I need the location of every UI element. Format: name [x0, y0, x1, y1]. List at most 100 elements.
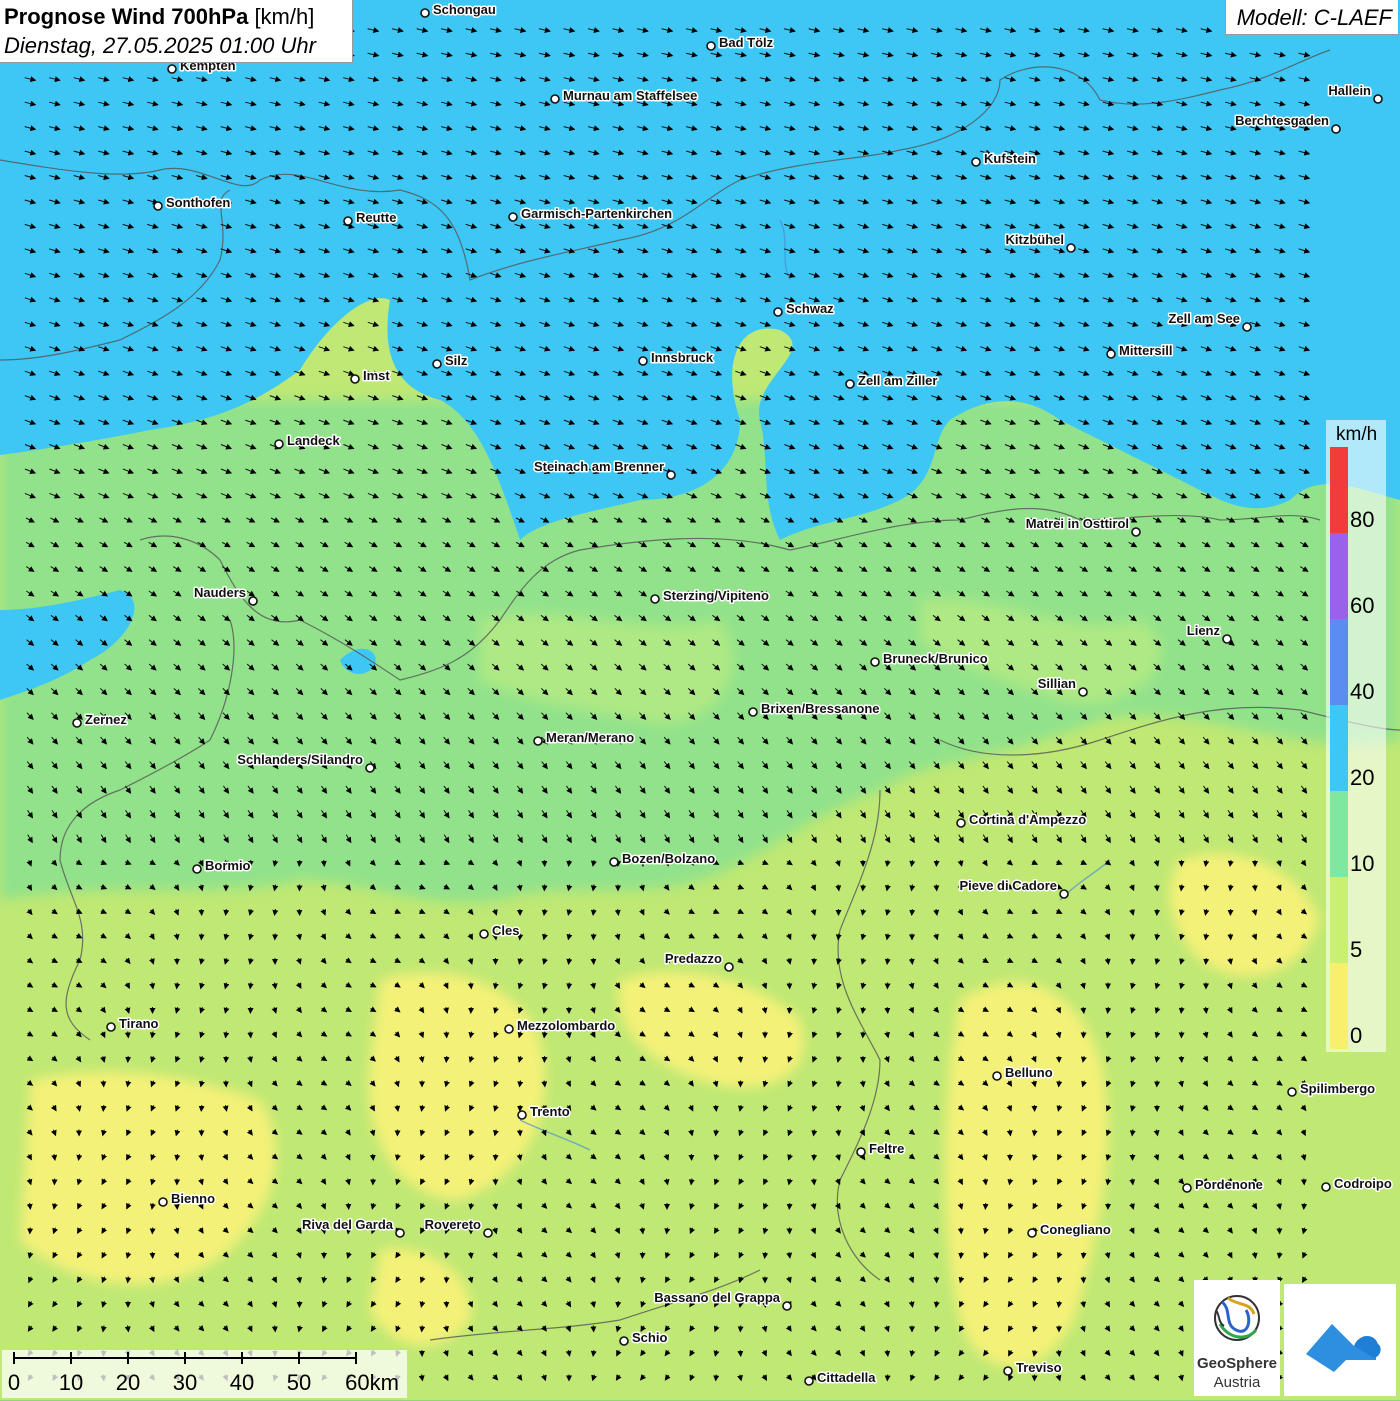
city-label: Bruneck/Brunico	[883, 651, 988, 666]
city-label: Zell am Ziller	[858, 373, 937, 388]
city-label: Conegliano	[1040, 1222, 1111, 1237]
city-label: Codroipo	[1334, 1176, 1392, 1191]
city-label: Kitzbühel	[1006, 232, 1065, 247]
city-dot	[774, 308, 782, 316]
legend-label: 5	[1350, 937, 1362, 963]
city-dot	[551, 95, 559, 103]
wind-arrow	[1132, 958, 1133, 964]
city-dot	[805, 1377, 813, 1385]
city-dot	[957, 819, 965, 827]
city-dot	[1322, 1183, 1330, 1191]
city-label: Schlanders/Silandro	[237, 752, 363, 767]
city-marker: Pordenone	[1183, 1177, 1263, 1192]
city-label: Schio	[632, 1330, 667, 1345]
mountain-cloud-icon	[1284, 1284, 1396, 1396]
wind-map[interactable]: SchongauBad TölzKemptenMurnau am Staffel…	[0, 0, 1400, 1400]
city-label: Garmisch-Partenkirchen	[521, 206, 672, 221]
scale-label: 10	[59, 1370, 83, 1396]
city-dot	[518, 1111, 526, 1119]
legend-band	[1330, 705, 1348, 791]
city-dot	[275, 440, 283, 448]
city-dot	[351, 375, 359, 383]
scale-label: 40	[230, 1370, 254, 1396]
city-dot	[505, 1025, 513, 1033]
city-marker: Spilimbergo	[1288, 1081, 1375, 1096]
city-marker: Murnau am Staffelsee	[551, 88, 697, 103]
city-marker: Brixen/Bressanone	[749, 701, 880, 716]
city-dot	[484, 1229, 492, 1237]
city-dot	[651, 595, 659, 603]
city-marker: Bozen/Bolzano	[610, 851, 715, 866]
wind-arrow	[128, 1032, 129, 1038]
city-marker: Bruneck/Brunico	[871, 651, 988, 666]
wind-arrow	[471, 983, 472, 989]
city-dot	[783, 1302, 791, 1310]
wind-arrow	[446, 1056, 447, 1062]
city-dot	[1288, 1088, 1296, 1096]
scale-label: 30	[173, 1370, 197, 1396]
wind-arrow	[814, 1179, 815, 1185]
city-dot	[107, 1023, 115, 1031]
city-label: Matrei in Osttirol	[1026, 516, 1129, 531]
legend-unit: km/h	[1336, 424, 1377, 446]
city-dot	[620, 1337, 628, 1345]
geosphere-country: Austria	[1194, 1374, 1280, 1391]
city-marker: Garmisch-Partenkirchen	[509, 206, 672, 221]
wind-arrow	[716, 1130, 717, 1136]
legend-band	[1330, 447, 1348, 533]
city-dot	[1004, 1367, 1012, 1375]
city-dot	[1079, 688, 1087, 696]
city-label: Riva del Garda	[302, 1217, 394, 1232]
city-marker: Sterzing/Vipiteno	[651, 588, 769, 603]
city-dot	[1060, 890, 1068, 898]
city-dot	[993, 1072, 1001, 1080]
city-dot	[534, 737, 542, 745]
city-dot	[1183, 1184, 1191, 1192]
city-label: Sterzing/Vipiteno	[663, 588, 769, 603]
city-label: Schwaz	[786, 301, 834, 316]
wind-arrow	[1059, 1081, 1060, 1087]
legend-label: 10	[1350, 851, 1374, 877]
city-dot	[871, 658, 879, 666]
city-dot	[480, 930, 488, 938]
city-dot	[249, 597, 257, 605]
city-dot	[1028, 1229, 1036, 1237]
wind-arrow	[863, 1032, 864, 1038]
city-dot	[168, 65, 176, 73]
city-label: Mezzolombardo	[517, 1018, 615, 1033]
city-label: Cortina d'Ampezzo	[969, 812, 1086, 827]
city-dot	[1332, 125, 1340, 133]
legend-label: 0	[1350, 1023, 1362, 1049]
city-label: Imst	[363, 368, 390, 383]
model-box: Modell: C-LAEF	[1225, 0, 1398, 35]
city-dot	[73, 719, 81, 727]
city-dot	[1132, 528, 1140, 536]
title-main: Prognose Wind 700hPa	[4, 4, 248, 29]
city-label: Tirano	[119, 1016, 159, 1031]
wind-arrow	[618, 1301, 619, 1307]
title-box: Prognose Wind 700hPa [km/h] Dienstag, 27…	[0, 0, 353, 63]
wind-arrow	[1083, 1252, 1084, 1258]
city-label: Bienno	[171, 1191, 215, 1206]
city-label: Brixen/Bressanone	[761, 701, 880, 716]
city-marker: Zell am Ziller	[846, 373, 937, 388]
city-marker: Sonthofen	[154, 195, 230, 210]
wind-arrow	[716, 1105, 717, 1111]
legend-label: 80	[1350, 507, 1374, 533]
city-dot	[396, 1229, 404, 1237]
partner-logo	[1284, 1284, 1396, 1396]
city-marker: Meran/Merano	[534, 730, 634, 745]
city-dot	[639, 357, 647, 365]
city-label: Spilimbergo	[1300, 1081, 1375, 1096]
wind-arrow	[299, 860, 300, 866]
legend-band	[1330, 877, 1348, 963]
city-marker: Innsbruck	[639, 350, 714, 365]
city-label: Kufstein	[984, 151, 1036, 166]
wind-arrow	[618, 1277, 619, 1283]
geosphere-name: GeoSphere	[1194, 1355, 1280, 1372]
city-label: Lienz	[1187, 623, 1221, 638]
legend-band	[1330, 619, 1348, 705]
legend-band	[1330, 963, 1348, 1049]
city-label: Bormio	[205, 858, 251, 873]
city-marker: Conegliano	[1028, 1222, 1111, 1237]
